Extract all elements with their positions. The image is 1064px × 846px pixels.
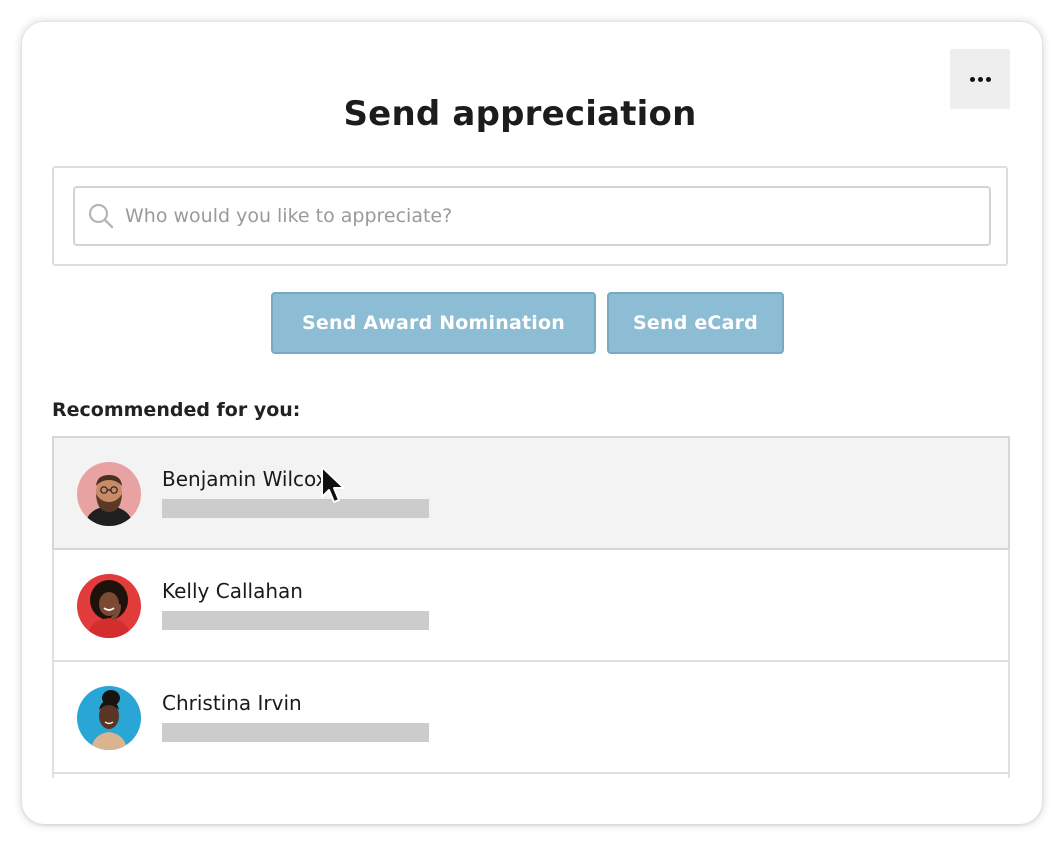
list-item[interactable]	[52, 772, 1010, 778]
search-panel	[52, 166, 1008, 266]
person-title-placeholder	[162, 499, 429, 518]
send-award-nomination-button[interactable]: Send Award Nomination	[271, 292, 596, 354]
more-horizontal-icon	[969, 76, 991, 82]
recommended-heading: Recommended for you:	[52, 399, 301, 421]
list-item-christina-irvin[interactable]: Christina Irvin	[52, 660, 1010, 774]
person-name: Kelly Callahan	[162, 579, 303, 603]
person-name: Christina Irvin	[162, 691, 302, 715]
person-title-placeholder	[162, 611, 429, 630]
search-box[interactable]	[73, 186, 991, 246]
avatar	[77, 574, 141, 638]
send-appreciation-dialog: Send appreciation Send Award Nomination …	[22, 22, 1042, 824]
person-avatar-icon	[77, 686, 141, 750]
person-title-placeholder	[162, 723, 429, 742]
recommended-list: Benjamin Wilcox Kelly Callahan Christina…	[52, 436, 1012, 778]
more-options-button[interactable]	[950, 49, 1010, 109]
avatar	[77, 462, 141, 526]
list-item-benjamin-wilcox[interactable]: Benjamin Wilcox	[52, 436, 1010, 550]
person-name: Benjamin Wilcox	[162, 467, 328, 491]
search-icon	[88, 203, 114, 229]
list-item-kelly-callahan[interactable]: Kelly Callahan	[52, 548, 1010, 662]
person-avatar-icon	[77, 462, 141, 526]
person-avatar-icon	[77, 574, 141, 638]
dialog-title: Send appreciation	[343, 94, 697, 134]
avatar	[77, 686, 141, 750]
search-input[interactable]	[125, 205, 905, 227]
send-ecard-button[interactable]: Send eCard	[607, 292, 784, 354]
